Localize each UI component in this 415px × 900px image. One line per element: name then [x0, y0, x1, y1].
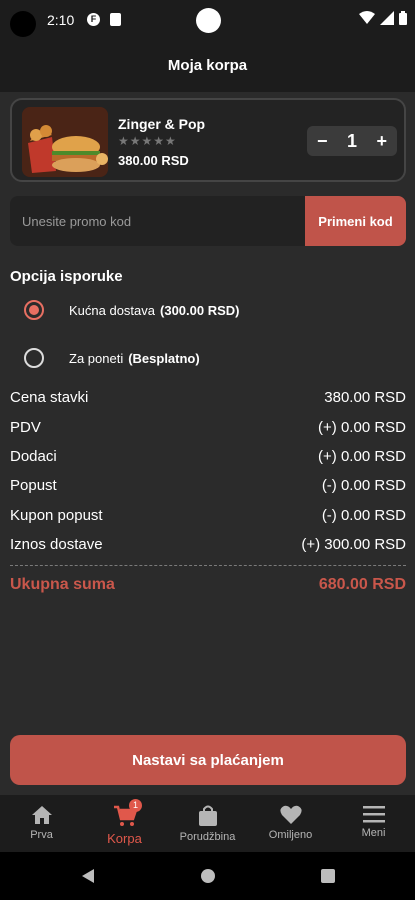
cart-count-badge: 1	[129, 799, 142, 812]
summary-label: Iznos dostave	[10, 536, 103, 554]
system-navigation-bar	[0, 852, 415, 900]
nav-item-orders[interactable]: Porudžbina	[166, 795, 249, 852]
continue-to-payment-button[interactable]: Nastavi sa plaćanjem	[10, 735, 406, 785]
quantity-value: 1	[346, 130, 357, 151]
recents-icon[interactable]	[320, 868, 336, 884]
nav-item-cart[interactable]: Korpa	[83, 795, 166, 852]
bottom-navigation: Prva Korpa Porudžbina Omiljeno Meni 1	[0, 795, 415, 852]
status-icons	[359, 11, 407, 25]
home-circle-icon[interactable]	[200, 868, 216, 884]
app-header: Moja korpa	[0, 40, 415, 92]
nav-label: Prva	[30, 829, 53, 841]
camera-cutout	[10, 11, 36, 37]
apply-promo-button[interactable]: Primeni kod	[305, 196, 406, 246]
decrement-button[interactable]: −	[317, 131, 328, 152]
summary-label: Popust	[10, 477, 57, 495]
notification-icon: F	[87, 13, 100, 26]
status-bar: 2:10 F	[0, 0, 415, 40]
summary-value: (-) 0.00 RSD	[321, 477, 406, 495]
promo-code-row: Primeni kod	[10, 196, 406, 246]
bag-icon	[198, 805, 217, 826]
front-camera	[196, 8, 221, 33]
delivery-option-home[interactable]: Kućna dostava (300.00 RSD)	[24, 300, 240, 320]
nav-item-home[interactable]: Prva	[0, 795, 83, 852]
nav-label: Korpa	[107, 831, 142, 846]
heart-icon	[279, 805, 302, 824]
total-label: Ukupna suma	[10, 576, 115, 594]
nav-item-favorites[interactable]: Omiljeno	[249, 795, 332, 852]
nav-label: Omiljeno	[268, 829, 313, 841]
promo-code-input[interactable]	[10, 196, 304, 246]
nav-label: Porudžbina	[179, 831, 236, 843]
status-time: 2:10	[47, 12, 75, 28]
product-image	[22, 107, 108, 177]
summary-row: Popust (-) 0.00 RSD	[10, 471, 406, 500]
summary-value: (+) 300.00 RSD	[301, 536, 406, 554]
radio-checked-icon[interactable]	[24, 300, 44, 320]
summary-label: Cena stavki	[10, 389, 89, 407]
page-title: Moja korpa	[167, 57, 248, 74]
increment-button[interactable]: +	[376, 131, 387, 152]
quantity-stepper: − 1 +	[307, 126, 397, 156]
summary-row: Dodaci (+) 0.00 RSD	[10, 442, 406, 471]
summary-divider	[10, 565, 406, 567]
total-row: Ukupna suma 680.00 RSD	[10, 576, 406, 594]
order-summary: Cena stavki 380.00 RSD PDV (+) 0.00 RSD …	[10, 383, 406, 594]
product-name: Zinger & Pop	[118, 116, 206, 132]
total-value: 680.00 RSD	[318, 576, 406, 594]
delivery-section-title: Opcija isporuke	[10, 268, 123, 285]
delivery-option-label: Za poneti	[69, 350, 124, 366]
summary-value: 380.00 RSD	[324, 389, 406, 407]
home-icon	[31, 806, 52, 824]
summary-label: Kupon popust	[10, 506, 103, 524]
nav-item-menu[interactable]: Meni	[332, 795, 415, 852]
summary-value: (+) 0.00 RSD	[318, 447, 406, 465]
signal-icon	[380, 11, 394, 25]
summary-label: PDV	[10, 418, 41, 436]
summary-label: Dodaci	[10, 447, 57, 465]
cart-item-card[interactable]: Zinger & Pop ★★★★★ 380.00 RSD − 1 +	[10, 98, 406, 182]
product-price: 380.00 RSD	[118, 153, 189, 168]
summary-row: PDV (+) 0.00 RSD	[10, 412, 406, 441]
menu-icon	[362, 806, 385, 823]
wifi-icon	[359, 11, 375, 24]
summary-value: (-) 0.00 RSD	[321, 506, 406, 524]
summary-row: Cena stavki 380.00 RSD	[10, 383, 406, 412]
summary-row: Iznos dostave (+) 300.00 RSD	[10, 530, 406, 559]
nav-label: Meni	[361, 827, 386, 839]
battery-icon	[399, 11, 407, 25]
back-icon[interactable]	[80, 868, 96, 884]
summary-value: (+) 0.00 RSD	[318, 418, 406, 436]
delivery-option-price: (Besplatno)	[128, 350, 200, 366]
delivery-option-label: Kućna dostava	[69, 302, 156, 318]
sim-icon	[110, 13, 121, 26]
product-rating: ★★★★★	[118, 134, 177, 148]
summary-row: Kupon popust (-) 0.00 RSD	[10, 501, 406, 530]
radio-unchecked-icon[interactable]	[24, 348, 44, 368]
delivery-option-price: (300.00 RSD)	[160, 302, 240, 318]
delivery-option-pickup[interactable]: Za poneti (Besplatno)	[24, 348, 200, 368]
